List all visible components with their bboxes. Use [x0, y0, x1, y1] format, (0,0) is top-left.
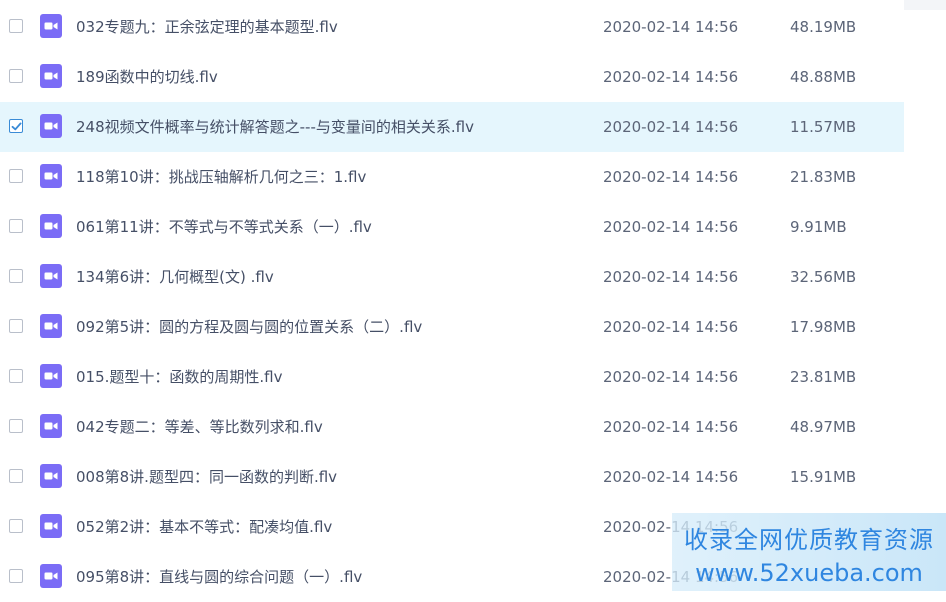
video-file-icon: [40, 364, 62, 388]
file-size: 9.91MB: [790, 218, 847, 236]
watermark: 收录全网优质教育资源 www.52xueba.com: [672, 513, 946, 591]
watermark-slogan: 收录全网优质教育资源: [684, 526, 934, 554]
file-name[interactable]: 189函数中的切线.flv: [76, 52, 218, 102]
file-name[interactable]: 061第11讲：不等式与不等式关系（一）.flv: [76, 202, 372, 252]
file-size: 48.19MB: [790, 18, 857, 36]
file-date: 2020-02-14 14:56: [603, 268, 739, 286]
video-file-icon: [40, 264, 62, 288]
file-size: 23.81MB: [790, 368, 857, 386]
file-name[interactable]: 134第6讲：几何概型(文) .flv: [76, 252, 274, 302]
file-name[interactable]: 008第8讲.题型四：同一函数的判断.flv: [76, 452, 337, 502]
file-row[interactable]: 061第11讲：不等式与不等式关系（一）.flv 2020-02-14 14:56…: [0, 202, 904, 252]
row-checkbox[interactable]: [9, 519, 23, 533]
row-checkbox[interactable]: [9, 419, 23, 433]
file-name[interactable]: 248视频文件概率与统计解答题之---与变量间的相关关系.flv: [76, 102, 474, 152]
file-name[interactable]: 095第8讲：直线与圆的综合问题（一）.flv: [76, 552, 362, 602]
watermark-url: www.52xueba.com: [695, 559, 923, 587]
file-size: 48.97MB: [790, 418, 857, 436]
file-date: 2020-02-14 14:56: [603, 218, 739, 236]
row-checkbox[interactable]: [9, 569, 23, 583]
row-checkbox[interactable]: [9, 169, 23, 183]
file-row[interactable]: 042专题二：等差、等比数列求和.flv 2020-02-14 14:56 48.9…: [0, 402, 904, 452]
file-row[interactable]: 248视频文件概率与统计解答题之---与变量间的相关关系.flv 2020-02-…: [0, 102, 904, 152]
video-file-icon: [40, 164, 62, 188]
file-size: 15.91MB: [790, 468, 857, 486]
file-row[interactable]: 008第8讲.题型四：同一函数的判断.flv 2020-02-14 14:56 15…: [0, 452, 904, 502]
video-file-icon: [40, 64, 62, 88]
video-file-icon: [40, 214, 62, 238]
file-size: 32.56MB: [790, 268, 857, 286]
row-checkbox[interactable]: [9, 219, 23, 233]
file-date: 2020-02-14 14:56: [603, 468, 739, 486]
row-checkbox[interactable]: [9, 19, 23, 33]
file-name[interactable]: 092第5讲：圆的方程及圆与圆的位置关系（二）.flv: [76, 302, 422, 352]
row-checkbox[interactable]: [9, 369, 23, 383]
file-date: 2020-02-14 14:56: [603, 18, 739, 36]
file-row[interactable]: 092第5讲：圆的方程及圆与圆的位置关系（二）.flv 2020-02-14 14…: [0, 302, 904, 352]
file-size: 17.98MB: [790, 318, 857, 336]
file-name[interactable]: 052第2讲：基本不等式：配凑均值.flv: [76, 502, 332, 552]
checkmark-icon: [11, 122, 22, 131]
video-file-icon: [40, 514, 62, 538]
file-date: 2020-02-14 14:56: [603, 368, 739, 386]
file-size: 48.88MB: [790, 68, 857, 86]
file-row[interactable]: 189函数中的切线.flv 2020-02-14 14:56 48.88MB: [0, 52, 904, 102]
file-date: 2020-02-14 14:56: [603, 68, 739, 86]
file-row[interactable]: 015.题型十：函数的周期性.flv 2020-02-14 14:56 23.81M…: [0, 352, 904, 402]
video-file-icon: [40, 414, 62, 438]
file-size: 21.83MB: [790, 168, 857, 186]
file-row[interactable]: 032专题九：正余弦定理的基本题型.flv 2020-02-14 14:56 48.…: [0, 2, 904, 52]
file-size: 11.57MB: [790, 118, 857, 136]
file-name[interactable]: 118第10讲：挑战压轴解析几何之三：1.flv: [76, 152, 366, 202]
row-checkbox[interactable]: [9, 469, 23, 483]
file-name[interactable]: 032专题九：正余弦定理的基本题型.flv: [76, 2, 338, 52]
scrollbar-stub[interactable]: [904, 0, 946, 10]
file-name[interactable]: 042专题二：等差、等比数列求和.flv: [76, 402, 323, 452]
row-checkbox[interactable]: [9, 319, 23, 333]
file-date: 2020-02-14 14:56: [603, 118, 739, 136]
video-file-icon: [40, 464, 62, 488]
row-checkbox[interactable]: [9, 69, 23, 83]
file-date: 2020-02-14 14:56: [603, 168, 739, 186]
video-file-icon: [40, 564, 62, 588]
video-file-icon: [40, 14, 62, 38]
file-date: 2020-02-14 14:56: [603, 418, 739, 436]
video-file-icon: [40, 114, 62, 138]
file-name[interactable]: 015.题型十：函数的周期性.flv: [76, 352, 283, 402]
video-file-icon: [40, 314, 62, 338]
row-checkbox[interactable]: [9, 269, 23, 283]
row-checkbox[interactable]: [9, 119, 23, 133]
file-date: 2020-02-14 14:56: [603, 318, 739, 336]
file-row[interactable]: 118第10讲：挑战压轴解析几何之三：1.flv 2020-02-14 14:56…: [0, 152, 904, 202]
file-row[interactable]: 134第6讲：几何概型(文) .flv 2020-02-14 14:56 32.56…: [0, 252, 904, 302]
